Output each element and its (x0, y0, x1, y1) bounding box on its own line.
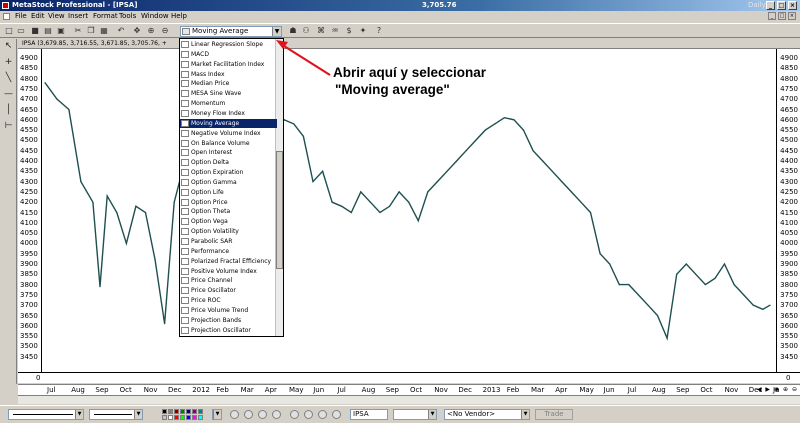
annotation-arrow (276, 40, 331, 76)
app-window: MetaStock Professional - [IPSA] 3,705.76… (0, 0, 800, 423)
arrow-line (283, 45, 331, 76)
